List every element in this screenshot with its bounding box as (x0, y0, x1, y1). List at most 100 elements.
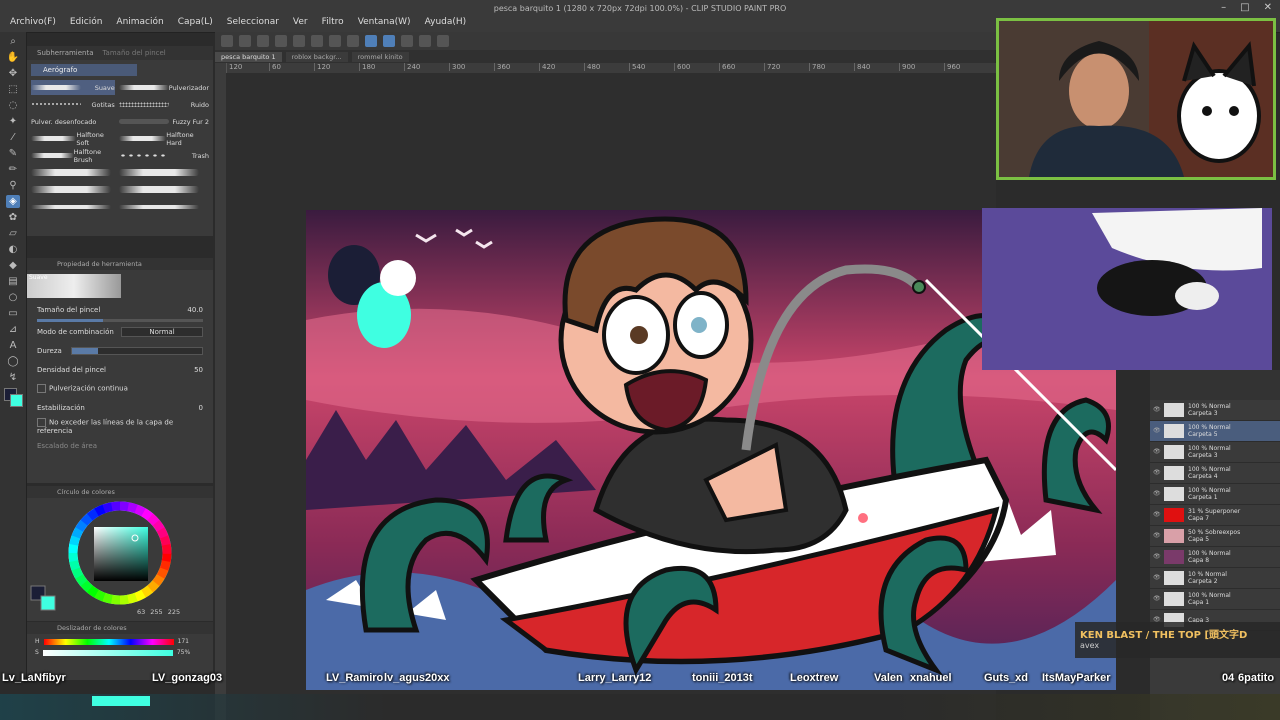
brush-halftone-hard[interactable]: Halftone Hard (118, 131, 209, 147)
brush-trash[interactable]: Trash (118, 148, 209, 163)
brush-custom-4[interactable] (118, 182, 209, 197)
pen-tool-icon[interactable]: ✎ (6, 147, 20, 160)
shape-tool-icon[interactable]: ○ (6, 291, 20, 304)
hand-tool-icon[interactable]: ✋ (6, 51, 20, 64)
zoom-icon[interactable] (419, 35, 431, 47)
undo-icon[interactable] (275, 35, 287, 47)
layer-visibility-icon[interactable]: 👁 (1153, 448, 1161, 456)
menu-ventana[interactable]: Ventana(W) (358, 17, 411, 27)
deco-tool-icon[interactable]: ✿ (6, 211, 20, 224)
frame-tool-icon[interactable]: ▭ (6, 307, 20, 320)
brush-gotitas[interactable]: Gotitas (31, 97, 115, 112)
move-tool-icon[interactable]: ✥ (6, 67, 20, 80)
continuous-spray-checkbox[interactable]: Pulverización continua (37, 384, 128, 393)
layer-row[interactable]: 👁 100 % Normal Carpeta 3 (1150, 442, 1280, 463)
saturation-slider[interactable] (42, 649, 173, 656)
pencil-tool-icon[interactable]: ✏ (6, 163, 20, 176)
tab-rommel[interactable]: rommel kinito (351, 51, 409, 62)
brush-custom-1[interactable] (31, 165, 115, 180)
blend-tool-icon[interactable]: ◐ (6, 243, 20, 256)
color-icon[interactable] (437, 35, 449, 47)
brush-custom-6[interactable] (118, 199, 209, 214)
new-file-icon[interactable] (221, 35, 233, 47)
menu-animacion[interactable]: Animación (116, 17, 163, 27)
airbrush-tool-icon[interactable]: ◈ (6, 195, 20, 208)
layer-visibility-icon[interactable]: 👁 (1153, 595, 1161, 603)
brush-tool-icon[interactable]: ⚲ (6, 179, 20, 192)
subtool-group-aerografo[interactable]: Aerógrafo (31, 64, 137, 76)
layer-visibility-icon[interactable]: 👁 (1153, 469, 1161, 477)
layer-visibility-icon[interactable]: 👁 (1153, 427, 1161, 435)
layer-visibility-icon[interactable]: 👁 (1153, 553, 1161, 561)
layer-row[interactable]: 👁 100 % Normal Capa 1 (1150, 589, 1280, 610)
reference-layer-checkbox[interactable]: No exceder las líneas de la capa de refe… (37, 418, 203, 435)
close-icon[interactable]: ✕ (1264, 2, 1272, 13)
minimize-icon[interactable]: – (1221, 2, 1226, 13)
brush-custom-3[interactable] (31, 182, 115, 197)
layer-visibility-icon[interactable]: 👁 (1153, 574, 1161, 582)
wand-tool-icon[interactable]: ✦ (6, 115, 20, 128)
layer-row[interactable]: 👁 100 % Normal Carpeta 4 (1150, 463, 1280, 484)
color-wheel[interactable] (27, 498, 213, 618)
brush-fuzzy-fur[interactable]: Fuzzy Fur 2 (118, 114, 209, 129)
crop-icon[interactable] (347, 35, 359, 47)
brush-custom-5[interactable] (31, 199, 115, 214)
save-icon[interactable] (257, 35, 269, 47)
open-file-icon[interactable] (239, 35, 251, 47)
layer-row[interactable]: 👁 31 % Superponer Capa 7 (1150, 505, 1280, 526)
brush-custom-2[interactable] (118, 165, 209, 180)
layer-row[interactable]: 👁 100 % Normal Carpeta 5 (1150, 421, 1280, 442)
clear-icon[interactable] (311, 35, 323, 47)
layer-row[interactable]: 👁 50 % Sobreexpos Capa 5 (1150, 526, 1280, 547)
tab-pesca-barquito[interactable]: pesca barquito 1 (215, 51, 282, 62)
lasso-tool-icon[interactable]: ◌ (6, 99, 20, 112)
menu-archivo[interactable]: Archivo(F) (10, 17, 56, 27)
density-value[interactable]: 50 (194, 366, 203, 374)
layer-row[interactable]: 👁 100 % Normal Carpeta 1 (1150, 484, 1280, 505)
menu-ver[interactable]: Ver (293, 17, 308, 27)
menu-filtro[interactable]: Filtro (322, 17, 344, 27)
layer-visibility-icon[interactable]: 👁 (1153, 511, 1161, 519)
brush-ruido[interactable]: Ruido (118, 97, 209, 112)
menu-edicion[interactable]: Edición (70, 17, 103, 27)
gradient-tool-icon[interactable]: ▤ (6, 275, 20, 288)
tab-brush-size[interactable]: Tamaño del pincel (102, 49, 165, 57)
layer-row[interactable]: 👁 10 % Normal Carpeta 2 (1150, 568, 1280, 589)
snap-ruler-icon[interactable] (365, 35, 377, 47)
brush-halftone-brush[interactable]: Halftone Brush (31, 148, 115, 164)
eyedropper-tool-icon[interactable]: ⁄ (6, 131, 20, 144)
brush-pulver-desenfocado[interactable]: Pulver. desenfocado (31, 114, 115, 129)
layer-visibility-icon[interactable]: 👁 (1153, 532, 1161, 540)
settings-icon[interactable] (401, 35, 413, 47)
brush-size-value[interactable]: 40.0 (187, 306, 203, 314)
redo-icon[interactable] (293, 35, 305, 47)
fill-tool-icon[interactable]: ◆ (6, 259, 20, 272)
sub-color-swatch[interactable] (10, 394, 23, 407)
stabilization-value[interactable]: 0 (199, 404, 203, 412)
select-tool-icon[interactable]: ⬚ (6, 83, 20, 96)
zoom-tool-icon[interactable]: ⌕ (6, 35, 20, 48)
snap-grid-icon[interactable] (383, 35, 395, 47)
maximize-icon[interactable]: □ (1240, 2, 1249, 13)
transform-icon[interactable] (329, 35, 341, 47)
color-swatches[interactable] (4, 388, 23, 407)
brush-halftone-soft[interactable]: Halftone Soft (31, 131, 115, 147)
ruler-tool-icon[interactable]: ⊿ (6, 323, 20, 336)
correct-line-tool-icon[interactable]: ↯ (6, 371, 20, 384)
menu-ayuda[interactable]: Ayuda(H) (425, 17, 467, 27)
tab-subherramienta[interactable]: Subherramienta (37, 49, 94, 57)
brush-suave[interactable]: Suave (31, 80, 115, 95)
sub-color-chip[interactable] (40, 595, 56, 611)
layer-visibility-icon[interactable]: 👁 (1153, 490, 1161, 498)
layer-row[interactable]: 👁 100 % Normal Capa 8 (1150, 547, 1280, 568)
eraser-tool-icon[interactable]: ▱ (6, 227, 20, 240)
menu-capa[interactable]: Capa(L) (178, 17, 213, 27)
menu-seleccionar[interactable]: Seleccionar (227, 17, 279, 27)
blend-mode-select[interactable]: Normal (121, 326, 203, 337)
brush-pulverizador[interactable]: Pulverizador (118, 80, 209, 95)
text-tool-icon[interactable]: A (6, 339, 20, 352)
hardness-slider[interactable] (71, 346, 203, 355)
tab-roblox[interactable]: roblox backgr... (285, 51, 348, 62)
layer-visibility-icon[interactable]: 👁 (1153, 406, 1161, 414)
balloon-tool-icon[interactable]: ◯ (6, 355, 20, 368)
